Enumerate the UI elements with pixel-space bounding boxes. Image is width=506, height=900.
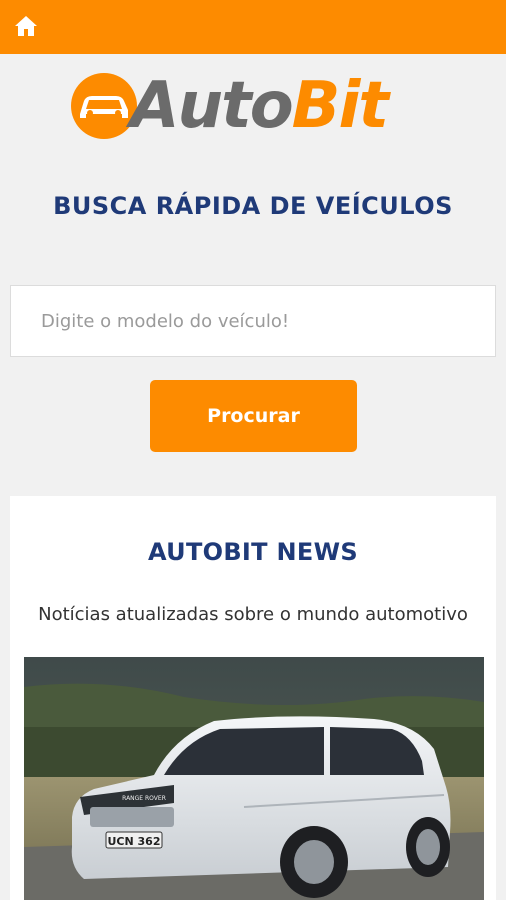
car-photo: UCN 362 RANGE ROVER bbox=[24, 657, 484, 900]
logo-wordmark: AutoBit bbox=[130, 69, 389, 143]
news-subtitle: Notícias atualizadas sobre o mundo autom… bbox=[38, 604, 468, 625]
top-bar bbox=[0, 0, 506, 54]
license-plate: UCN 362 bbox=[107, 835, 160, 848]
news-title: AUTOBIT NEWS bbox=[148, 538, 358, 566]
logo-text-bit: Bit bbox=[291, 69, 389, 143]
car-logo-icon bbox=[71, 73, 137, 139]
car-brand: RANGE ROVER bbox=[122, 795, 166, 802]
vehicle-search-input[interactable] bbox=[10, 285, 496, 357]
logo-text-auto: Auto bbox=[130, 69, 294, 143]
quick-search-title: BUSCA RÁPIDA DE VEÍCULOS bbox=[53, 192, 453, 220]
home-icon bbox=[15, 16, 37, 36]
news-image[interactable]: UCN 362 RANGE ROVER bbox=[24, 657, 484, 900]
autobit-logo: AutoBit bbox=[70, 70, 440, 142]
home-button[interactable] bbox=[12, 12, 40, 40]
news-card: AUTOBIT NEWS Notícias atualizadas sobre … bbox=[10, 496, 496, 900]
search-button[interactable]: Procurar bbox=[150, 380, 357, 452]
